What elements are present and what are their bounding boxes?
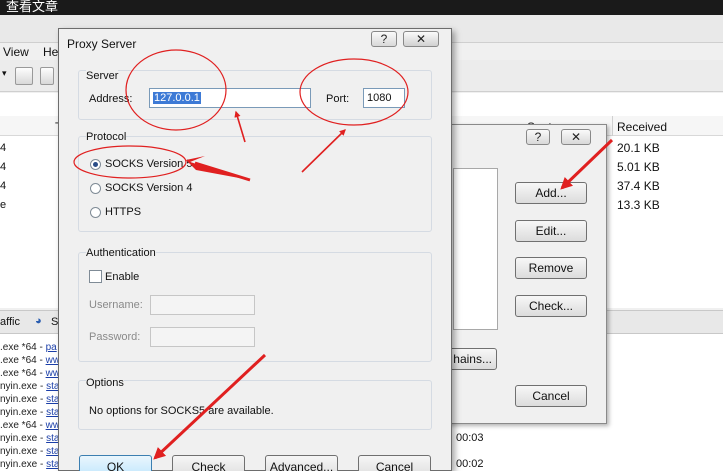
- radio-socks4[interactable]: [90, 183, 101, 194]
- received-cell: 13.3 KB: [617, 198, 660, 212]
- log-line: nyin.exe - sta: [0, 407, 60, 418]
- port-field[interactable]: 1080: [363, 88, 405, 108]
- radio-https[interactable]: [90, 207, 101, 218]
- server-group-label: Server: [86, 70, 119, 82]
- log-line: nyin.exe - sta: [0, 433, 60, 444]
- column-header-received[interactable]: Received: [617, 120, 667, 134]
- radio-socks5[interactable]: [90, 159, 101, 170]
- log-line: .exe *64 - ww: [0, 368, 61, 379]
- options-group-label: Options: [86, 377, 124, 389]
- address-value: 127.0.0.1: [153, 92, 201, 104]
- advanced-button[interactable]: Advanced...: [265, 455, 338, 471]
- help-icon[interactable]: ?: [526, 129, 550, 145]
- time-cell: 00:03: [456, 432, 484, 444]
- password-field[interactable]: [150, 327, 255, 347]
- list-cell: 4: [0, 161, 7, 173]
- protocol-group-label: Protocol: [86, 131, 127, 143]
- rules-cancel-button[interactable]: Cancel: [515, 385, 587, 407]
- https-label[interactable]: HTTPS: [105, 206, 141, 218]
- received-cell: 20.1 KB: [617, 141, 660, 155]
- password-label: Password:: [89, 331, 141, 343]
- log-line: .exe *64 - ww: [0, 420, 61, 431]
- menu-help[interactable]: He: [43, 45, 58, 59]
- proxification-chains-button[interactable]: hains...: [447, 348, 497, 370]
- options-message: No options for SOCKS5 are available.: [89, 405, 274, 417]
- socks4-label[interactable]: SOCKS Version 4: [105, 182, 192, 194]
- menu-view[interactable]: View: [3, 45, 29, 59]
- log-line: nyin.exe - sta: [0, 446, 60, 457]
- check-proxy-button[interactable]: Check: [172, 455, 245, 471]
- check-button[interactable]: Check...: [515, 295, 587, 317]
- dropdown-arrow-icon[interactable]: ▾: [2, 68, 7, 79]
- port-label: Port:: [326, 93, 350, 105]
- save-icon[interactable]: [15, 67, 33, 85]
- globe-icon: ◕: [35, 315, 42, 327]
- dialog-title: Proxy Server: [67, 37, 137, 51]
- address-label: Address:: [89, 93, 133, 105]
- cancel-button[interactable]: Cancel: [358, 455, 431, 471]
- list-cell: 4: [0, 180, 7, 192]
- remove-button[interactable]: Remove: [515, 257, 587, 279]
- window-title-bar: 查看文章: [0, 0, 723, 15]
- list-cell: 4: [0, 142, 7, 154]
- export-icon[interactable]: [40, 67, 54, 85]
- close-icon[interactable]: ✕: [403, 31, 439, 47]
- socks5-label[interactable]: SOCKS Version 5: [105, 158, 192, 170]
- ok-button[interactable]: OK: [79, 455, 152, 471]
- log-line: .exe *64 - pa: [0, 342, 57, 353]
- address-field[interactable]: 127.0.0.1: [149, 88, 311, 108]
- enable-checkbox[interactable]: [89, 270, 102, 283]
- username-label: Username:: [89, 299, 143, 311]
- column-divider: [612, 116, 613, 136]
- close-icon[interactable]: ✕: [561, 129, 591, 145]
- time-cell: 00:02: [456, 458, 484, 470]
- log-line: nyin.exe - sta: [0, 394, 60, 405]
- received-cell: 37.4 KB: [617, 179, 660, 193]
- window-title: 查看文章: [6, 0, 59, 14]
- log-line: nyin.exe - sta: [0, 381, 60, 392]
- add-button[interactable]: Add...: [515, 182, 587, 204]
- log-line: .exe *64 - ww: [0, 355, 61, 366]
- proxy-list-box[interactable]: [453, 168, 498, 330]
- authentication-group-label: Authentication: [86, 247, 156, 259]
- username-field[interactable]: [150, 295, 255, 315]
- received-cell: 5.01 KB: [617, 160, 660, 174]
- list-cell: e: [0, 199, 7, 211]
- log-line: nyin.exe - sta: [0, 459, 60, 470]
- enable-label[interactable]: Enable: [105, 271, 139, 283]
- help-icon[interactable]: ?: [371, 31, 397, 47]
- edit-button[interactable]: Edit...: [515, 220, 587, 242]
- tab-traffic[interactable]: affic: [0, 316, 20, 328]
